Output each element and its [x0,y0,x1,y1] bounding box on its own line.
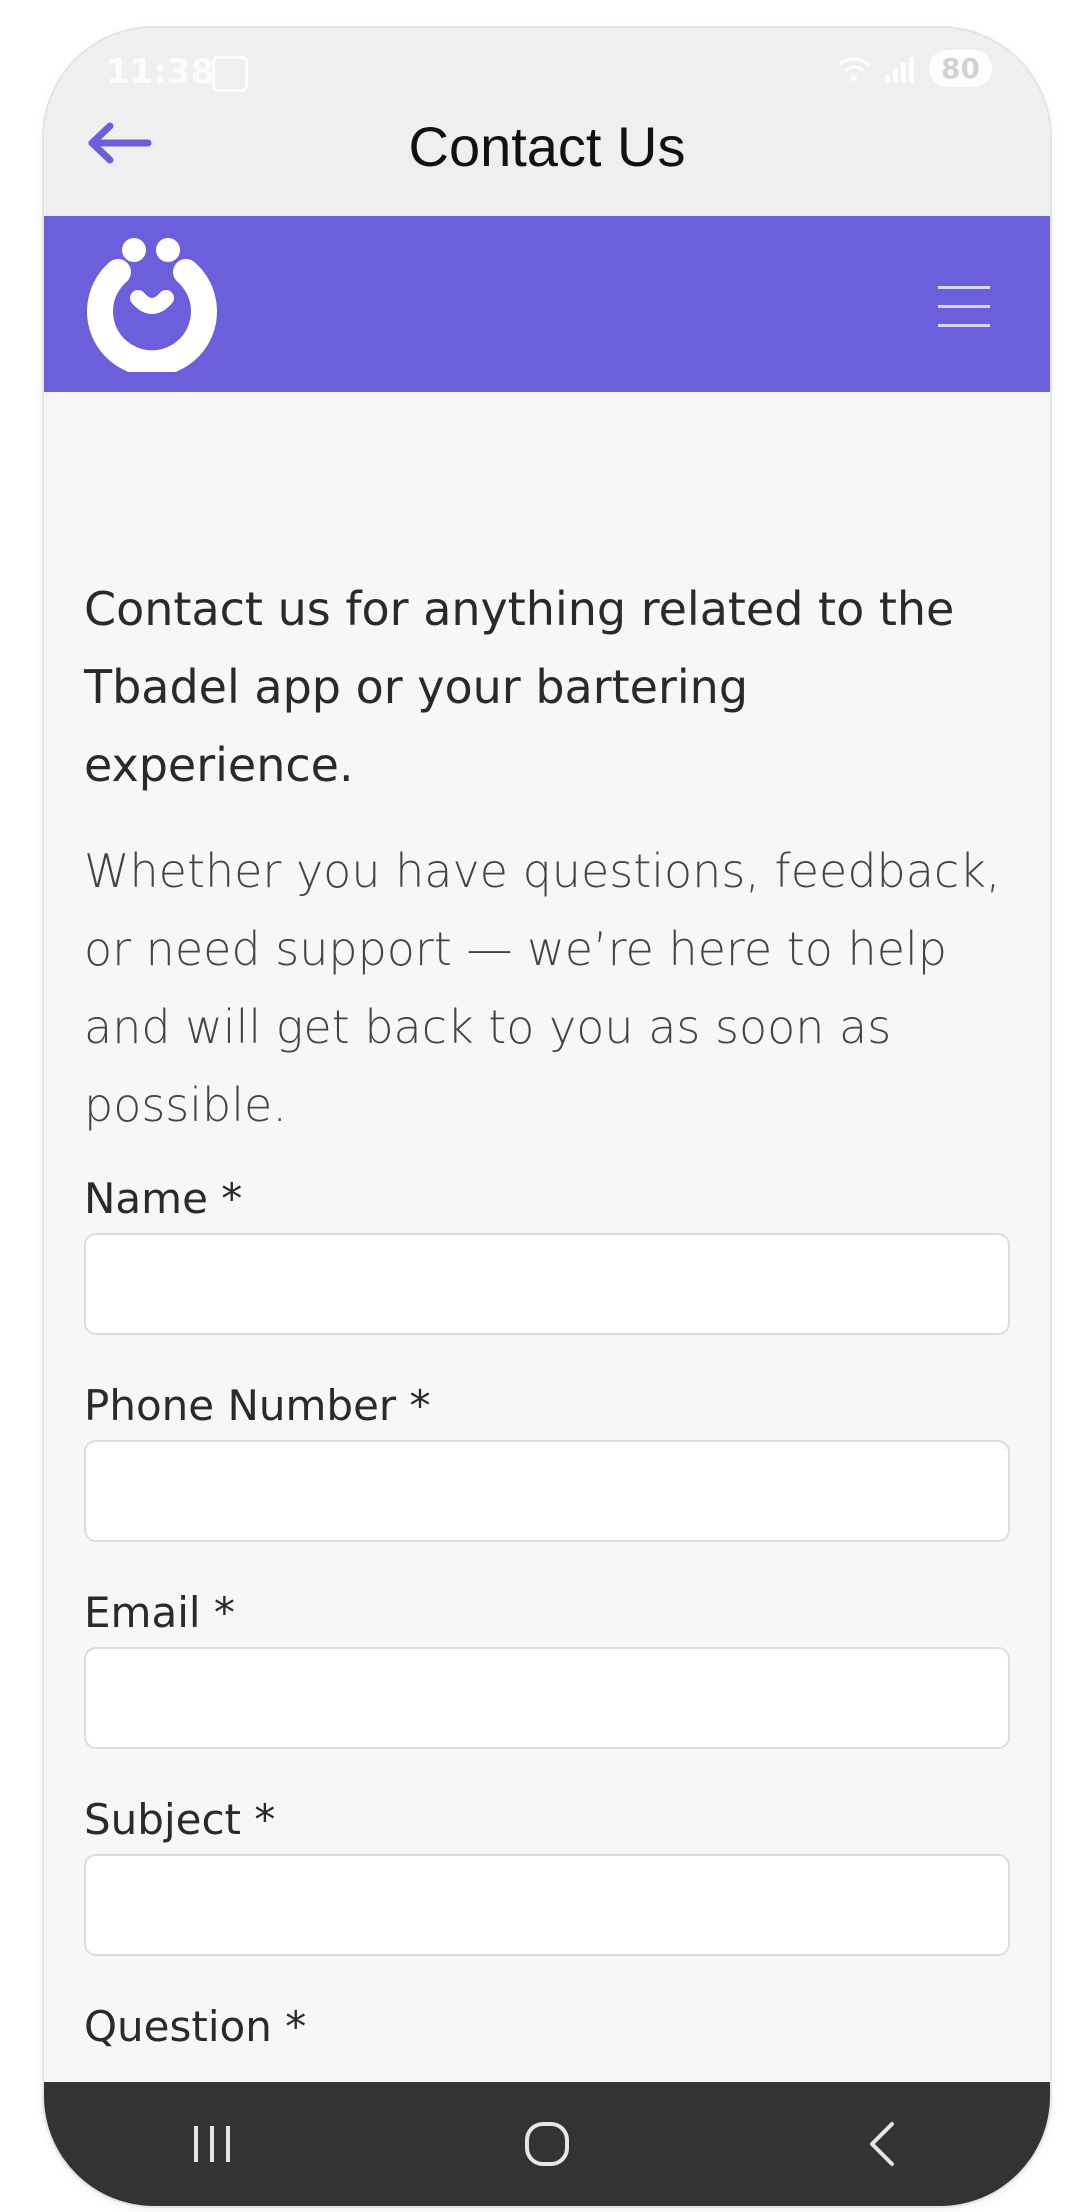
site-header [44,216,1050,392]
hamburger-menu-icon[interactable] [938,286,990,328]
recent-apps-icon [193,2126,230,2162]
email-label: Email * [84,1588,235,1637]
home-button[interactable] [487,2104,607,2184]
status-icons: 80 [837,50,992,87]
subject-label: Subject * [84,1795,276,1844]
phone-field-group: Phone Number * [84,1381,1010,1542]
page-title: Contact Us [408,115,686,178]
phone-input[interactable] [84,1440,1010,1542]
home-icon [524,2122,569,2166]
intro-body: Whether you have questions, feedback, or… [84,844,1001,1132]
email-field-group: Email * [84,1588,1010,1749]
phone-screen: 11:38 80 Contact Us Contact us for anyth… [44,28,1050,2206]
system-nav-bar [44,2082,1050,2206]
question-label: Question * [84,2002,307,2051]
subject-field-group: Subject * [84,1795,1010,1956]
recent-apps-button[interactable] [152,2104,272,2184]
status-time: 11:38 [106,52,215,92]
phone-label: Phone Number * [84,1381,431,1430]
battery-indicator: 80 [929,50,992,87]
tbadel-logo[interactable] [84,236,220,377]
back-chevron-icon [870,2122,895,2166]
screen-record-icon [212,56,248,92]
contact-content: Contact us for anything related to the T… [84,392,1010,2061]
name-field-group: Name * [84,1174,1010,1335]
system-back-button[interactable] [822,2104,942,2184]
name-input[interactable] [84,1233,1010,1335]
email-input[interactable] [84,1647,1010,1749]
app-bar: 11:38 80 Contact Us [44,28,1050,216]
subject-input[interactable] [84,1854,1010,1956]
intro-heading: Contact us for anything related to the T… [84,582,955,792]
wifi-icon [838,57,870,81]
name-label: Name * [84,1174,243,1223]
signal-icon [885,56,915,83]
question-field-group: Question * [84,2002,1010,2051]
